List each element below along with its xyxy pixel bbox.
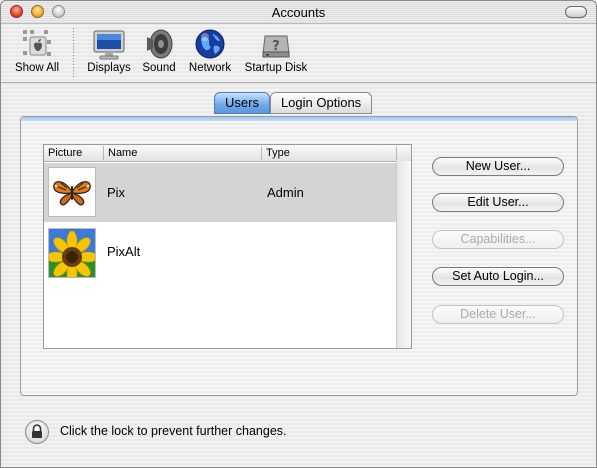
column-header-picture[interactable]: Picture [44, 146, 104, 160]
users-table[interactable]: Picture Name Type Pix Admin PixAlt [43, 144, 412, 349]
speaker-icon [143, 28, 175, 60]
toolbar-show-all[interactable]: Show All [11, 28, 63, 74]
sunflower-picture [48, 228, 96, 278]
toolbar-label: Displays [87, 62, 131, 74]
toolbar-separator [73, 28, 74, 78]
toolbar-label: Sound [142, 62, 176, 74]
table-header: Picture Name Type [44, 145, 411, 162]
users-panel: Picture Name Type Pix Admin PixAlt New U… [20, 116, 578, 396]
table-scrollbar[interactable] [396, 161, 411, 348]
toolbar-label: Show All [14, 62, 60, 74]
toolbar-network[interactable]: Network [186, 28, 234, 74]
tab-users[interactable]: Users [214, 92, 270, 114]
globe-icon [194, 28, 226, 60]
svg-text:?: ? [272, 39, 280, 54]
toolbar: Show All Displays Sound Network ? Startu… [1, 24, 596, 83]
capabilities-button[interactable]: Capabilities... [432, 230, 564, 249]
window-title: Accounts [271, 5, 326, 20]
toolbar-label: Startup Disk [244, 62, 308, 74]
tab-bar: Users Login Options [214, 92, 373, 114]
edit-user-button[interactable]: Edit User... [432, 193, 564, 212]
toolbar-startup-disk[interactable]: ? Startup Disk [242, 28, 310, 74]
user-name: Pix [107, 185, 126, 200]
title-bar[interactable]: Accounts [1, 1, 596, 24]
table-row[interactable]: Pix Admin [44, 163, 397, 222]
hard-disk-icon: ? [260, 28, 292, 60]
butterfly-picture [48, 167, 96, 217]
display-icon [93, 28, 125, 60]
table-row[interactable]: PixAlt [44, 224, 397, 283]
apple-show-all-icon [21, 28, 53, 60]
user-name: PixAlt [107, 244, 141, 259]
toolbar-label: Network [188, 62, 232, 74]
set-auto-login-button[interactable]: Set Auto Login... [432, 267, 564, 286]
panel-accent-line [21, 117, 577, 121]
accounts-window: Accounts Show All Displays Sound Network… [0, 0, 597, 468]
column-header-type[interactable]: Type [262, 146, 397, 160]
column-header-name[interactable]: Name [104, 146, 262, 160]
toolbar-toggle-button[interactable] [565, 6, 587, 18]
new-user-button[interactable]: New User... [432, 157, 564, 176]
tab-login-options[interactable]: Login Options [269, 92, 373, 114]
toolbar-sound[interactable]: Sound [140, 28, 178, 74]
lock-message: Click the lock to prevent further change… [60, 424, 287, 438]
lock-icon[interactable] [25, 420, 49, 444]
user-type: Admin [267, 185, 304, 200]
toolbar-displays[interactable]: Displays [85, 28, 133, 74]
delete-user-button[interactable]: Delete User... [432, 305, 564, 324]
